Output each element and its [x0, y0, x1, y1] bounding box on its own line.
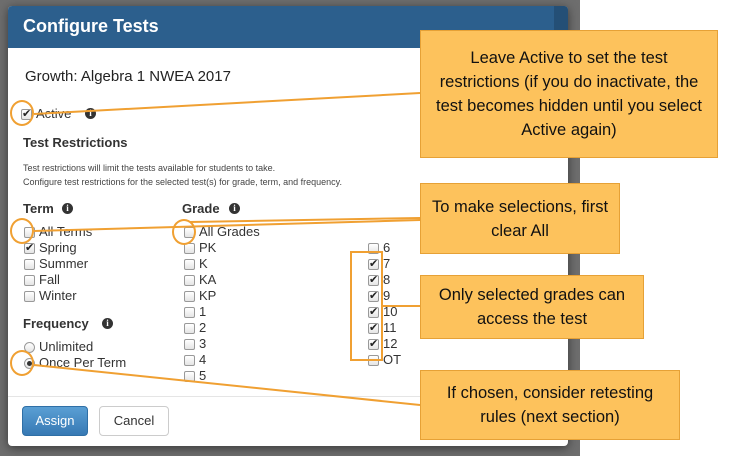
- frequency-unlimited-label: Unlimited: [39, 339, 94, 354]
- term-fall-checkbox[interactable]: [24, 275, 35, 286]
- active-highlight-ring: [10, 100, 34, 126]
- term-summer-label: Summer: [39, 256, 89, 271]
- term-heading: Term: [23, 201, 54, 216]
- grade-7-label: 7: [383, 256, 391, 271]
- grade-ka-checkbox[interactable]: [184, 275, 195, 286]
- clear-all-callout: To make selections, first clear All: [420, 183, 620, 254]
- grade-2-label: 2: [199, 320, 207, 335]
- grade-ot-label: OT: [383, 352, 402, 367]
- grade-5-checkbox[interactable]: [184, 371, 195, 382]
- term-summer-checkbox[interactable]: [24, 259, 35, 270]
- grade-4-label: 4: [199, 352, 207, 367]
- grade-kp-checkbox[interactable]: [184, 291, 195, 302]
- active-label: Active: [36, 106, 72, 121]
- active-info-icon[interactable]: i: [85, 108, 96, 119]
- grade-1-label: 1: [199, 304, 207, 319]
- grade-12-label: 12: [383, 336, 398, 351]
- grade-ka-label: KA: [199, 272, 217, 287]
- all-terms-highlight-ring: [10, 218, 34, 244]
- term-spring-checkbox[interactable]: [24, 241, 35, 254]
- grade-11-label: 11: [383, 320, 397, 335]
- test-restrictions-heading: Test Restrictions: [23, 135, 128, 150]
- grade-8-label: 8: [383, 272, 391, 287]
- term-winter-checkbox[interactable]: [24, 291, 35, 302]
- grade-9-label: 9: [383, 288, 391, 303]
- grade-6-label: 6: [383, 240, 391, 255]
- retest-callout: If chosen, consider retesting rules (nex…: [420, 370, 680, 440]
- term-info-icon[interactable]: i: [62, 203, 73, 214]
- grade-3-label: 3: [199, 336, 207, 351]
- active-callout: Leave Active to set the test restriction…: [420, 30, 718, 158]
- test-name: Growth: Algebra 1 NWEA 2017: [25, 68, 231, 85]
- assign-button[interactable]: Assign: [22, 406, 88, 436]
- selected-grades-callout: Only selected grades can access the test: [420, 275, 644, 339]
- grade-kp-label: KP: [199, 288, 217, 303]
- grade-heading: Grade: [182, 201, 220, 216]
- term-all-terms-label: All Terms: [39, 224, 93, 239]
- grade-pk-label: PK: [199, 240, 217, 255]
- all-grades-highlight-ring: [172, 219, 196, 245]
- grades-highlight-box: [350, 251, 383, 361]
- frequency-once-per-term-label: Once Per Term: [39, 355, 127, 370]
- dialog-title: Configure Tests: [23, 16, 159, 36]
- grade-all-grades-label: All Grades: [199, 224, 260, 239]
- frequency-heading: Frequency: [23, 316, 89, 331]
- grade-k-label: K: [199, 256, 208, 271]
- term-winter-label: Winter: [39, 288, 77, 303]
- grade-10-label: 10: [383, 304, 398, 319]
- grade-3-checkbox[interactable]: [184, 339, 195, 350]
- cancel-button[interactable]: Cancel: [99, 406, 169, 436]
- grade-5-label: 5: [199, 368, 207, 383]
- help-text-line1: Test restrictions will limit the tests a…: [23, 163, 276, 173]
- grade-info-icon[interactable]: i: [229, 203, 240, 214]
- grade-k-checkbox[interactable]: [184, 259, 195, 270]
- once-per-term-highlight-ring: [10, 350, 34, 376]
- help-text-line2: Configure test restrictions for the sele…: [23, 177, 342, 187]
- term-spring-label: Spring: [39, 240, 77, 255]
- grade-4-checkbox[interactable]: [184, 355, 195, 366]
- grade-2-checkbox[interactable]: [184, 323, 195, 334]
- frequency-info-icon[interactable]: i: [102, 318, 113, 329]
- grade-1-checkbox[interactable]: [184, 307, 195, 318]
- term-fall-label: Fall: [39, 272, 60, 287]
